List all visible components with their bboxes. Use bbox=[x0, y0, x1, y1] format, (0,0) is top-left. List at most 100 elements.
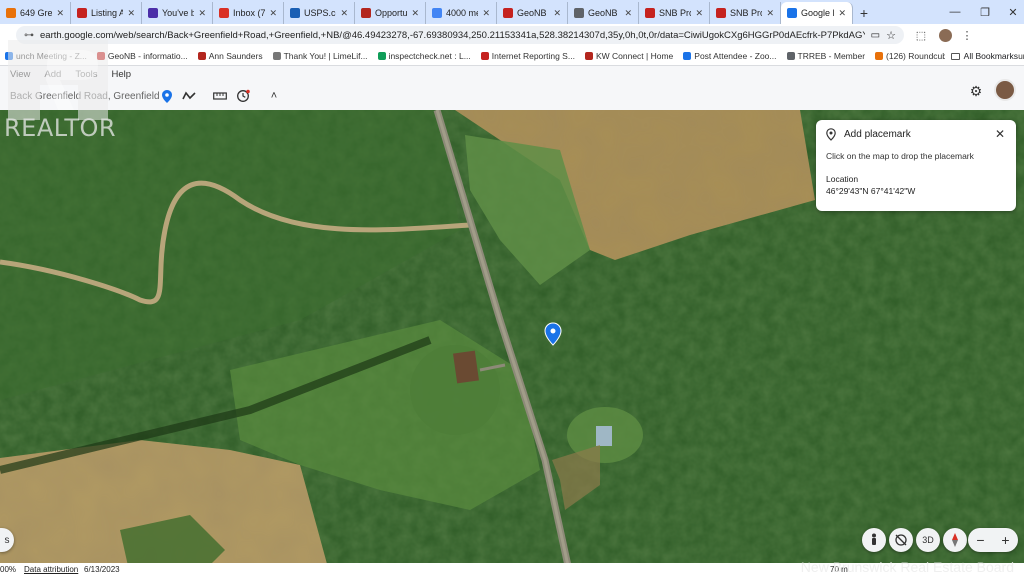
tab-favicon bbox=[148, 8, 158, 18]
tab-7[interactable]: GeoNB - ✕ bbox=[497, 2, 568, 24]
tab-close-icon[interactable]: ✕ bbox=[553, 8, 561, 19]
tab-label: 4000 metr bbox=[446, 8, 478, 18]
pegman-icon[interactable] bbox=[862, 528, 886, 552]
url-text[interactable]: earth.google.com/web/search/Back+Greenfi… bbox=[40, 30, 865, 41]
folder-icon bbox=[950, 52, 960, 60]
bookmark-label: Internet Reporting S... bbox=[491, 50, 575, 61]
tab-favicon bbox=[219, 8, 229, 18]
tab-favicon bbox=[503, 8, 513, 18]
tab-favicon bbox=[290, 8, 300, 18]
location-value: 46°29'43"N 67°41'42"W bbox=[826, 186, 916, 196]
tab-2[interactable]: You've bee ✕ bbox=[142, 2, 213, 24]
minimize-icon[interactable]: — bbox=[940, 0, 970, 24]
tab-0[interactable]: 649 Gree✕ bbox=[0, 2, 71, 24]
settings-gear-icon[interactable]: ⚙ bbox=[966, 81, 986, 101]
tab-11[interactable]: Google Ea ✕ bbox=[781, 2, 853, 24]
data-attribution-link[interactable]: Data attribution bbox=[24, 563, 78, 575]
profile-icon[interactable] bbox=[936, 26, 954, 44]
address-bar[interactable]: ⊶ earth.google.com/web/search/Back+Green… bbox=[16, 26, 904, 44]
toggle-view-icon[interactable] bbox=[889, 528, 913, 552]
tab-3[interactable]: Inbox (7) ✕ bbox=[213, 2, 284, 24]
cast-icon[interactable]: ▭ bbox=[871, 30, 880, 41]
tab-favicon bbox=[574, 8, 584, 18]
tab-close-icon[interactable]: ✕ bbox=[411, 8, 419, 19]
zoom-readout: 00% bbox=[0, 564, 17, 574]
measure-icon[interactable] bbox=[211, 87, 229, 105]
panel-title: Add placemark bbox=[844, 129, 911, 140]
close-icon[interactable]: ✕ bbox=[992, 126, 1008, 142]
bookmark-favicon bbox=[197, 51, 206, 60]
bookmark-favicon bbox=[584, 51, 593, 60]
tab-label: Listing Ag bbox=[91, 8, 123, 18]
account-avatar[interactable] bbox=[994, 79, 1016, 101]
tab-favicon bbox=[432, 8, 442, 18]
bookmark-item[interactable]: Internet Reporting S... bbox=[476, 51, 580, 61]
tab-favicon bbox=[716, 8, 726, 18]
tab-close-icon[interactable]: ✕ bbox=[766, 8, 774, 19]
placemark-outline-icon bbox=[826, 128, 836, 141]
path-icon[interactable] bbox=[180, 87, 198, 105]
collapse-chevron-icon[interactable]: ˄ bbox=[265, 87, 283, 105]
tab-close-icon[interactable]: ✕ bbox=[482, 8, 490, 19]
tab-1[interactable]: Listing Ag ✕ bbox=[71, 2, 142, 24]
close-window-icon[interactable]: ✕ bbox=[998, 0, 1024, 24]
tab-favicon bbox=[787, 8, 797, 18]
tab-label: Opportun bbox=[375, 8, 408, 18]
tab-label: Google Ea bbox=[801, 8, 834, 18]
3d-toggle-button[interactable]: 3D bbox=[916, 528, 940, 552]
tab-label: You've bee bbox=[162, 8, 194, 18]
bookmark-label: KW Connect | Home bbox=[595, 50, 674, 61]
zoom-control: − + bbox=[968, 528, 1018, 552]
tab-close-icon[interactable]: ✕ bbox=[340, 8, 348, 19]
realtor-watermark: REALTOR bbox=[4, 114, 117, 142]
tab-9[interactable]: SNB Prop ✕ bbox=[639, 2, 710, 24]
tab-favicon bbox=[361, 8, 371, 18]
all-bookmarks-button[interactable]: All Bookmarks bbox=[944, 46, 1018, 65]
bookmark-favicon bbox=[377, 51, 386, 60]
tab-close-icon[interactable]: ✕ bbox=[624, 8, 632, 19]
address-row: ⊶ earth.google.com/web/search/Back+Green… bbox=[0, 24, 1024, 46]
earth-toolbar: ViewAddToolsHelp Back Greenfield Road, G… bbox=[0, 66, 1024, 110]
placemark-icon[interactable] bbox=[158, 87, 176, 105]
tab-label: SNB Prop bbox=[659, 8, 691, 18]
panel-hint: Click on the map to drop the placemark bbox=[826, 151, 974, 161]
tab-8[interactable]: GeoNB M ✕ bbox=[568, 2, 639, 24]
bookmark-label: inspectcheck.net : L... bbox=[388, 50, 471, 61]
bookmark-item[interactable]: inspectcheck.net : L... bbox=[373, 51, 476, 61]
tab-5[interactable]: Opportun✕ bbox=[355, 2, 426, 24]
tab-close-icon[interactable]: ✕ bbox=[838, 8, 846, 19]
tab-close-icon[interactable]: ✕ bbox=[127, 8, 135, 19]
tab-label: SNB Prop bbox=[730, 8, 762, 18]
bookmark-label: TRREB - Member bbox=[797, 50, 866, 61]
tab-4[interactable]: USPS.com ✕ bbox=[284, 2, 355, 24]
add-placemark-panel: Add placemark ✕ Click on the map to drop… bbox=[816, 120, 1016, 211]
bookmark-star-icon[interactable]: ☆ bbox=[886, 29, 896, 42]
bookmark-item[interactable]: KW Connect | Home bbox=[580, 51, 678, 61]
tab-10[interactable]: SNB Prop ✕ bbox=[710, 2, 781, 24]
bookmark-label: Thank You! | LimeLif... bbox=[283, 50, 368, 61]
tab-label: GeoNB M bbox=[588, 8, 620, 18]
zoom-in-button[interactable]: + bbox=[1001, 532, 1009, 548]
bookmark-favicon bbox=[786, 51, 795, 60]
tab-close-icon[interactable]: ✕ bbox=[198, 8, 206, 19]
tab-close-icon[interactable]: ✕ bbox=[695, 8, 703, 19]
restore-icon[interactable]: ❐ bbox=[970, 0, 1000, 24]
new-tab-button[interactable]: + bbox=[853, 2, 875, 24]
tab-6[interactable]: 4000 metr ✕ bbox=[426, 2, 497, 24]
bookmark-item[interactable]: Thank You! | LimeLif... bbox=[268, 51, 373, 61]
bookmark-item[interactable]: Post Attendee - Zoo... bbox=[678, 51, 781, 61]
bookmark-label: Ann Saunders bbox=[208, 50, 263, 61]
all-bookmarks-label: All Bookmarks bbox=[963, 51, 1018, 61]
bookmark-item[interactable]: Ann Saunders bbox=[193, 51, 268, 61]
tab-close-icon[interactable]: ✕ bbox=[56, 8, 64, 19]
tab-close-icon[interactable]: ✕ bbox=[269, 8, 277, 19]
extensions-icon[interactable]: ⬚ bbox=[912, 26, 930, 44]
compass-icon[interactable] bbox=[943, 528, 967, 552]
bookmark-item[interactable]: TRREB - Member bbox=[782, 51, 871, 61]
tab-favicon bbox=[6, 8, 16, 18]
historical-imagery-icon[interactable] bbox=[234, 87, 252, 105]
tab-favicon bbox=[77, 8, 87, 18]
kebab-menu-icon[interactable]: ⋮ bbox=[958, 26, 976, 44]
bookmark-label: GeoNB - informatio... bbox=[107, 50, 188, 61]
zoom-out-button[interactable]: − bbox=[976, 532, 984, 548]
